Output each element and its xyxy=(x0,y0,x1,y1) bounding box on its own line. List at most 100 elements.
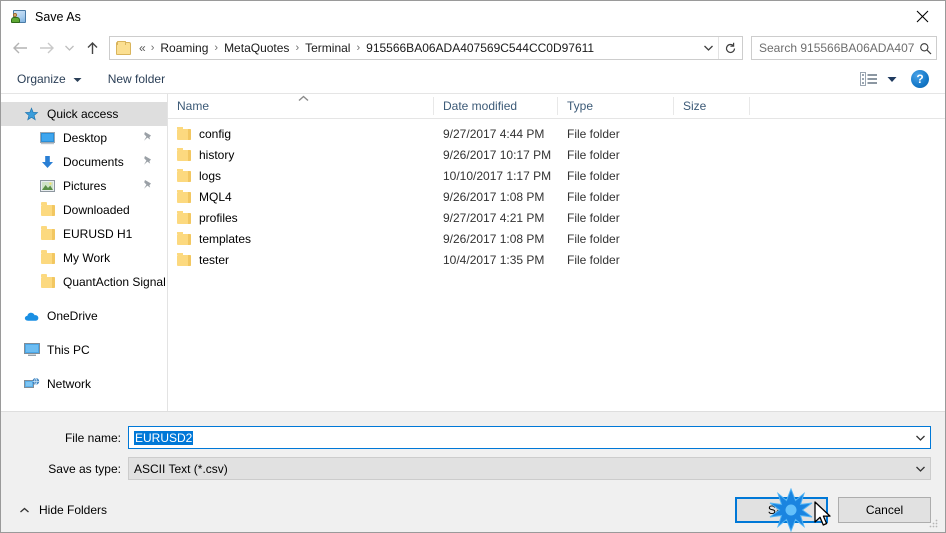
file-name-cell: templates xyxy=(168,231,434,246)
folder-icon xyxy=(177,252,191,266)
column-header-date-modified[interactable]: Date modified xyxy=(434,97,558,115)
table-row[interactable]: logs 10/10/2017 1:17 PM File folder xyxy=(168,165,945,186)
organize-label: Organize xyxy=(17,71,66,86)
sidebar-item-my-work[interactable]: My Work xyxy=(1,246,167,270)
view-layout-icon[interactable] xyxy=(859,71,879,87)
breadcrumb-item-terminal-id[interactable]: 915566BA06ADA407569C544CC0D97611 xyxy=(363,39,597,57)
pin-icon[interactable] xyxy=(142,131,153,145)
cancel-button[interactable]: Cancel xyxy=(838,497,931,523)
file-date-cell: 9/26/2017 1:08 PM xyxy=(443,231,545,246)
new-folder-label: New folder xyxy=(107,71,166,86)
file-name-cell: history xyxy=(168,147,434,162)
folder-icon xyxy=(177,147,191,161)
sidebar-item-label: Quick access xyxy=(47,107,119,121)
star-pin-icon xyxy=(23,106,40,122)
table-row[interactable]: MQL4 9/26/2017 1:08 PM File folder xyxy=(168,186,945,207)
pin-icon[interactable] xyxy=(142,155,153,169)
table-row[interactable]: templates 9/26/2017 1:08 PM File folder xyxy=(168,228,945,249)
breadcrumb-item-metaquotes[interactable]: MetaQuotes xyxy=(221,39,292,57)
chevron-down-icon[interactable] xyxy=(911,458,930,479)
sidebar-item-label: Pictures xyxy=(63,179,107,193)
breadcrumb-overflow[interactable]: « xyxy=(136,39,148,57)
pin-icon[interactable] xyxy=(142,179,153,193)
filetype-value: ASCII Text (*.csv) xyxy=(134,461,228,476)
dialog-footer: Hide Folders Save Cancel xyxy=(1,488,945,532)
forward-icon[interactable] xyxy=(33,35,59,61)
chevron-down-icon[interactable] xyxy=(698,37,718,59)
file-date-cell: 10/10/2017 1:17 PM xyxy=(443,168,552,183)
breadcrumb-item-roaming[interactable]: Roaming xyxy=(157,39,211,57)
up-icon[interactable] xyxy=(79,35,105,61)
file-date-cell: 9/27/2017 4:44 PM xyxy=(443,126,545,141)
help-icon[interactable]: ? xyxy=(911,69,929,88)
file-name-cell: tester xyxy=(168,252,434,267)
network-icon xyxy=(23,376,40,392)
file-name-cell: logs xyxy=(168,168,434,183)
back-icon[interactable] xyxy=(7,35,33,61)
sidebar-item-onedrive[interactable]: OneDrive xyxy=(1,304,167,328)
view-caret-icon[interactable] xyxy=(887,72,897,86)
sidebar-item-this-pc[interactable]: This PC xyxy=(1,338,167,362)
sidebar-item-desktop[interactable]: Desktop xyxy=(1,126,167,150)
filename-value-wrap: EURUSD2 xyxy=(129,430,911,445)
filename-input[interactable]: EURUSD2 xyxy=(128,426,931,449)
file-name-label: tester xyxy=(199,252,230,267)
file-type-cell: File folder xyxy=(567,210,620,225)
title-bar: Save As xyxy=(1,1,945,32)
file-name-cell: profiles xyxy=(168,210,434,225)
column-header-size[interactable]: Size xyxy=(674,97,750,115)
save-as-icon xyxy=(11,9,27,25)
chevron-down-icon[interactable] xyxy=(911,427,930,448)
close-icon[interactable] xyxy=(899,1,945,32)
sidebar-item-eurusd-h1[interactable]: EURUSD H1 xyxy=(1,222,167,246)
organize-button[interactable]: Organize xyxy=(15,70,84,88)
breadcrumb-separator: › xyxy=(295,41,300,54)
address-bar[interactable]: « › Roaming › MetaQuotes › Terminal › 91… xyxy=(109,36,743,60)
sidebar-item-quantaction-signal[interactable]: QuantAction Signal xyxy=(1,270,167,294)
column-header-type[interactable]: Type xyxy=(558,97,674,115)
search-placeholder: Search 915566BA06ADA40756... xyxy=(759,41,914,55)
folder-icon xyxy=(39,273,56,290)
filetype-label: Save as type: xyxy=(48,461,121,476)
sidebar-item-documents[interactable]: Documents xyxy=(1,150,167,174)
file-type-cell: File folder xyxy=(567,126,620,141)
table-row[interactable]: config 9/27/2017 4:44 PM File folder xyxy=(168,123,945,144)
save-button[interactable]: Save xyxy=(735,497,828,523)
sidebar-item-quick-access[interactable]: Quick access xyxy=(1,102,167,126)
file-type-cell: File folder xyxy=(567,189,620,204)
caret-down-icon xyxy=(73,72,82,86)
table-row[interactable]: history 9/26/2017 10:17 PM File folder xyxy=(168,144,945,165)
breadcrumb-separator: › xyxy=(150,41,155,54)
filetype-row: Save as type: ASCII Text (*.csv) xyxy=(1,457,945,480)
save-as-dialog: Save As « › Roaming › MetaQuotes › Termi… xyxy=(0,0,946,533)
table-row[interactable]: tester 10/4/2017 1:35 PM File folder xyxy=(168,249,945,270)
filename-label: File name: xyxy=(64,430,121,445)
refresh-icon[interactable] xyxy=(718,37,742,59)
new-folder-button[interactable]: New folder xyxy=(106,70,167,88)
recent-locations-icon[interactable] xyxy=(59,35,79,61)
file-type-cell: File folder xyxy=(567,168,620,183)
sidebar-item-downloaded[interactable]: Downloaded xyxy=(1,198,167,222)
documents-icon xyxy=(39,154,56,170)
column-headers: Name Date modified Type Size xyxy=(168,94,945,119)
folder-icon xyxy=(177,189,191,203)
breadcrumb-item-terminal[interactable]: Terminal xyxy=(302,39,353,57)
file-name-label: logs xyxy=(199,168,222,183)
resize-grip-icon[interactable] xyxy=(928,517,940,529)
search-input[interactable]: Search 915566BA06ADA40756... xyxy=(751,36,937,60)
folder-icon xyxy=(177,126,191,140)
folder-icon xyxy=(116,40,131,55)
file-type-cell: File folder xyxy=(567,252,620,267)
navigation-bar: « › Roaming › MetaQuotes › Terminal › 91… xyxy=(1,32,945,64)
sidebar-item-pictures[interactable]: Pictures xyxy=(1,174,167,198)
sidebar-item-network[interactable]: Network xyxy=(1,372,167,396)
save-label: Save xyxy=(767,503,796,517)
file-date-cell: 9/26/2017 10:17 PM xyxy=(443,147,552,162)
filetype-select[interactable]: ASCII Text (*.csv) xyxy=(128,457,931,480)
navigation-sidebar: Quick access Desktop Documents Pictures … xyxy=(1,94,168,411)
hide-folders-button[interactable]: Hide Folders xyxy=(11,503,107,517)
table-row[interactable]: profiles 9/27/2017 4:21 PM File folder xyxy=(168,207,945,228)
file-name-cell: MQL4 xyxy=(168,189,434,204)
search-icon[interactable] xyxy=(914,42,936,55)
